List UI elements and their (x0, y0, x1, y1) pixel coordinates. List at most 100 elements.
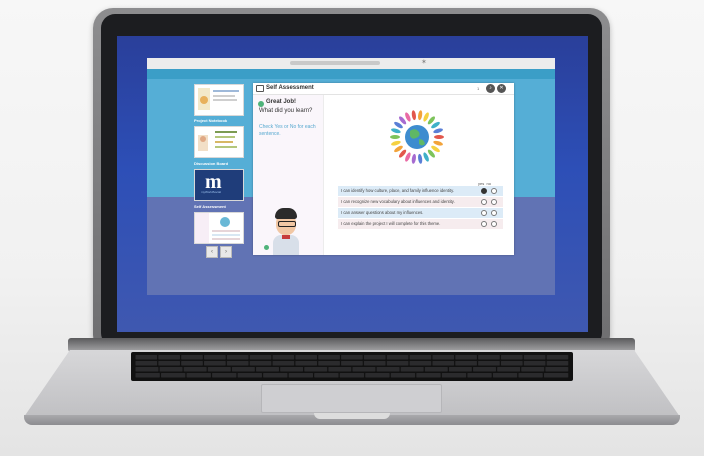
yes-radio[interactable] (481, 199, 487, 205)
keyboard-key (181, 355, 203, 360)
sidebar-item-project-notebook[interactable] (194, 126, 244, 158)
keyboard-key (314, 373, 339, 378)
trackpad (261, 384, 442, 413)
statement-text: I can explain the project I will complet… (341, 221, 441, 226)
keyboard-key (478, 355, 500, 360)
no-radio[interactable] (491, 221, 497, 227)
person-figure (433, 140, 443, 146)
sidebar-item-self-assessment[interactable] (194, 212, 244, 244)
chevron-left-icon[interactable]: ‹ (206, 246, 218, 258)
person-figure (433, 128, 443, 134)
keyboard-key (500, 355, 523, 360)
instruction-text: Check Yes or No for each sentence. (259, 124, 316, 137)
keyboard-key (318, 361, 340, 366)
self-assessment-thumbnail-graphic (195, 213, 240, 243)
close-icon[interactable]: ✕ (497, 84, 506, 93)
keyboard-key (226, 355, 249, 360)
keyboard-key (473, 367, 496, 372)
keyboard-key (204, 355, 226, 360)
keyboard-key (543, 373, 569, 378)
keyboard-key (186, 373, 211, 378)
keyboard-key (204, 361, 226, 366)
keyboard-key (339, 373, 365, 378)
no-radio[interactable] (491, 188, 497, 194)
keyboard-key (386, 361, 409, 366)
keyboard-key (478, 361, 500, 366)
statement-row: I can recognize new vocabulary about inf… (338, 197, 503, 207)
keyboard-key (432, 355, 455, 360)
yes-radio[interactable] (481, 188, 487, 194)
feedback-question: What did you learn? (259, 108, 313, 114)
keyboard-key (523, 355, 546, 360)
statement-text: I can answer questions about my influenc… (341, 210, 424, 215)
keyboard-key (207, 367, 231, 372)
statement-row: I can explain the project I will complet… (338, 219, 503, 229)
keyboard-key (546, 355, 569, 360)
person-figure (391, 140, 401, 146)
keyboard-key (280, 367, 304, 372)
keyboard-key (546, 361, 569, 366)
speaker-icon[interactable]: ♪ (486, 84, 495, 93)
no-radio[interactable] (491, 199, 497, 205)
keyboard-key (161, 373, 186, 378)
chevron-right-icon[interactable]: › (220, 246, 232, 258)
keyboard-key (409, 361, 432, 366)
keyboard-key (159, 367, 183, 372)
discussion-logo-subtitle: myWorldSocial (201, 190, 221, 194)
keyboard-key (295, 355, 318, 360)
keyboard-key (492, 373, 518, 378)
keyboard-key (263, 373, 288, 378)
statement-row: I can identify how culture, place, and f… (338, 186, 503, 196)
keyboard-key (376, 367, 400, 372)
character-hair (275, 208, 297, 219)
sidebar-item-label: Self Assessment (194, 204, 226, 209)
sidebar-item-discussion-board[interactable]: m myWorldSocial (194, 169, 244, 201)
laptop-hinge (68, 338, 635, 352)
audio-cue-icon[interactable] (264, 245, 269, 250)
person-figure (418, 153, 423, 164)
keyboard-key (212, 373, 237, 378)
person-figure (434, 135, 444, 139)
globe-people-illustration (382, 108, 452, 166)
keyboard-key (135, 367, 159, 372)
keyboard-key (226, 361, 249, 366)
character-bowtie (282, 235, 290, 239)
keyboard-key (363, 355, 386, 360)
page-title: Self Assessment (266, 85, 314, 91)
yes-radio[interactable] (481, 221, 487, 227)
keyboard-key (249, 355, 272, 360)
cover-thumbnail-graphic (198, 88, 239, 110)
keyboard-key (467, 373, 492, 378)
feedback-heading: Great Job! (266, 99, 297, 105)
keyboard-key (390, 373, 416, 378)
address-bar[interactable] (290, 61, 380, 65)
keyboard-key (288, 373, 314, 378)
person-figure (390, 135, 400, 139)
keyboard-key (352, 367, 376, 372)
no-radio[interactable] (491, 210, 497, 216)
person-figure (391, 128, 401, 134)
keyboard-key (365, 373, 390, 378)
keyboard-key (341, 361, 363, 366)
page-count: 1 (477, 86, 480, 91)
keyboard-key (432, 361, 455, 366)
book-icon (256, 85, 264, 92)
keyboard-key (545, 367, 569, 372)
keyboard-key (183, 367, 207, 372)
keyboard-key (455, 355, 477, 360)
keyboard-key (318, 355, 340, 360)
keyboard-key (135, 355, 158, 360)
globe-icon[interactable]: ✶ (421, 59, 431, 67)
keyboard-key (363, 361, 386, 366)
keyboard-key (518, 373, 543, 378)
keyboard-keys (135, 355, 569, 378)
yes-radio[interactable] (481, 210, 487, 216)
keyboard-key (455, 361, 477, 366)
globe-icon (390, 110, 444, 164)
keyboard-key (400, 367, 424, 372)
person-figure (418, 110, 423, 121)
sidebar-item-cover[interactable] (194, 84, 244, 116)
statement-text: I can recognize new vocabulary about inf… (341, 199, 455, 204)
keyboard-key (231, 367, 255, 372)
statement-text: I can identify how culture, place, and f… (341, 188, 455, 193)
